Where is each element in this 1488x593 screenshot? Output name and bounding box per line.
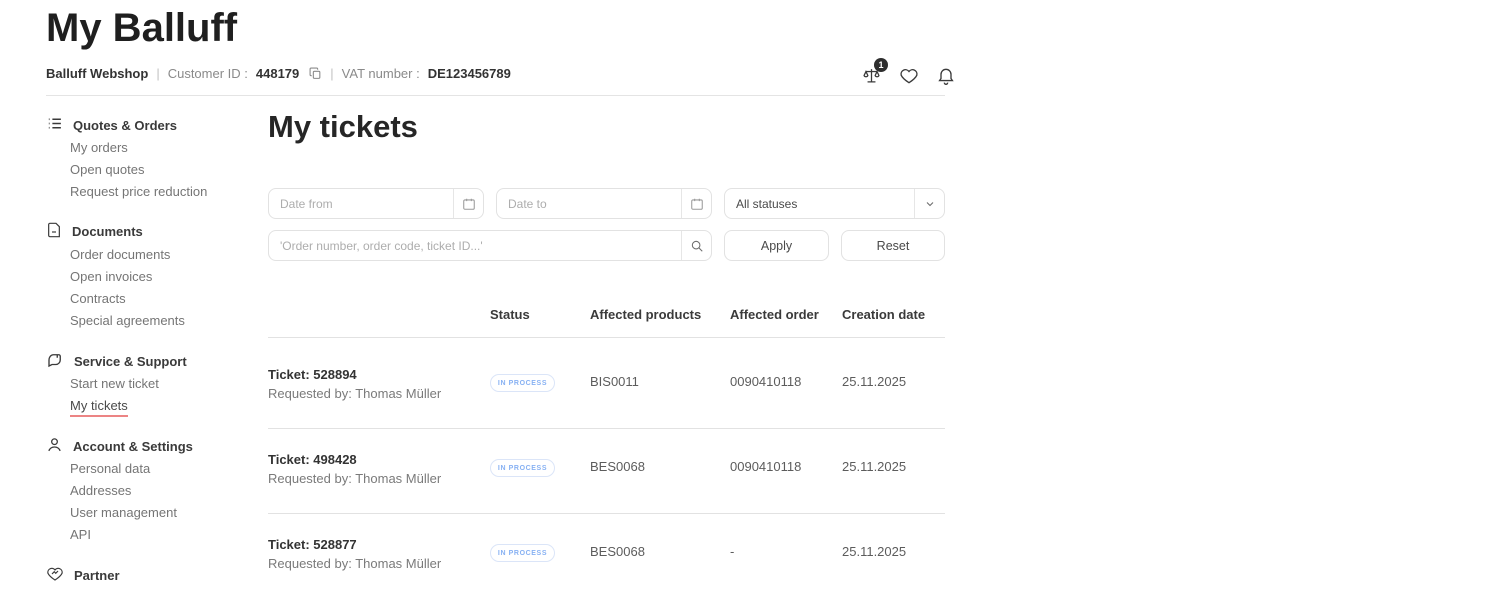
main-content: My tickets All statuses	[268, 105, 945, 593]
calendar-icon[interactable]	[453, 189, 483, 218]
col-header-creation-date: Creation date	[842, 307, 945, 322]
affected-order-cell: 0090410118	[730, 366, 842, 401]
ticket-requester: Requested by: Thomas Müller	[268, 471, 490, 486]
table-row[interactable]: Ticket: 528877 Requested by: Thomas Müll…	[268, 536, 945, 571]
ticket-id[interactable]: Ticket: 528877	[268, 536, 490, 553]
separator: |	[156, 66, 159, 81]
apply-button[interactable]: Apply	[724, 230, 829, 261]
sidebar-item-user-management[interactable]: User management	[70, 505, 177, 520]
sidebar-item-request-price-reduction[interactable]: Request price reduction	[70, 184, 207, 199]
shop-name: Balluff Webshop	[46, 66, 148, 81]
ticket-cell: Ticket: 528894 Requested by: Thomas Müll…	[268, 366, 490, 401]
partner-heart-icon	[46, 565, 64, 586]
status-badge: IN PROCESS	[490, 459, 555, 477]
status-filter-select[interactable]: All statuses	[724, 188, 945, 219]
creation-date-cell: 25.11.2025	[842, 536, 945, 571]
sidebar-section-label: Account & Settings	[73, 439, 193, 454]
sidebar-item-special-agreements[interactable]: Special agreements	[70, 313, 185, 328]
creation-date-cell: 25.11.2025	[842, 366, 945, 401]
calendar-icon[interactable]	[681, 189, 711, 218]
compare-badge: 1	[874, 58, 888, 72]
search-field	[268, 230, 712, 261]
ticket-cell: Ticket: 528877 Requested by: Thomas Müll…	[268, 536, 490, 571]
row-divider	[268, 513, 945, 514]
customer-id-label: Customer ID :	[168, 66, 248, 81]
chevron-down-icon	[914, 189, 944, 218]
person-icon	[46, 436, 63, 456]
list-icon	[46, 115, 63, 135]
copy-icon[interactable]	[309, 67, 322, 80]
sidebar-item-open-quotes[interactable]: Open quotes	[70, 162, 144, 177]
sidebar-section-label: Quotes & Orders	[73, 118, 177, 133]
col-header-affected-products: Affected products	[590, 307, 730, 322]
search-input[interactable]	[269, 231, 681, 260]
date-from-field	[268, 188, 484, 219]
date-from-input[interactable]	[269, 189, 453, 218]
status-cell: IN PROCESS	[490, 536, 590, 571]
date-to-field	[496, 188, 712, 219]
wishlist-heart-icon[interactable]	[899, 66, 919, 86]
ticket-id[interactable]: Ticket: 528894	[268, 366, 490, 383]
table-divider	[268, 337, 945, 338]
document-icon	[46, 222, 62, 241]
table-row[interactable]: Ticket: 528894 Requested by: Thomas Müll…	[268, 366, 945, 401]
notifications-bell-icon[interactable]	[936, 66, 956, 86]
sidebar-item-open-invoices[interactable]: Open invoices	[70, 269, 152, 284]
vat-value: DE123456789	[428, 66, 511, 81]
separator: |	[330, 66, 333, 81]
status-cell: IN PROCESS	[490, 451, 590, 486]
status-cell: IN PROCESS	[490, 366, 590, 401]
table-header-row: Status Affected products Affected order …	[268, 307, 945, 322]
affected-products-cell: BES0068	[590, 536, 730, 571]
sidebar-item-personal-data[interactable]: Personal data	[70, 461, 150, 476]
sidebar-item-my-orders[interactable]: My orders	[70, 140, 128, 155]
col-header-status: Status	[490, 307, 590, 322]
sidebar-section-service-support[interactable]: Service & Support	[46, 351, 187, 372]
sidebar-section-account-settings[interactable]: Account & Settings	[46, 436, 193, 456]
sidebar-section-label: Partner	[74, 568, 120, 583]
affected-order-cell: 0090410118	[730, 451, 842, 486]
creation-date-cell: 25.11.2025	[842, 451, 945, 486]
search-icon[interactable]	[681, 231, 711, 260]
header-action-icons: 1	[862, 66, 956, 86]
vat-label: VAT number :	[342, 66, 420, 81]
sidebar-section-quotes-orders[interactable]: Quotes & Orders	[46, 115, 177, 135]
sidebar-nav: Quotes & Orders My orders Open quotes Re…	[46, 110, 261, 590]
customer-id-value: 448179	[256, 66, 299, 81]
page-title: My Balluff	[46, 6, 237, 51]
sidebar-item-api[interactable]: API	[70, 527, 91, 542]
ticket-cell: Ticket: 498428 Requested by: Thomas Müll…	[268, 451, 490, 486]
sidebar-item-contracts[interactable]: Contracts	[70, 291, 126, 306]
ticket-id[interactable]: Ticket: 498428	[268, 451, 490, 468]
affected-products-cell: BIS0011	[590, 366, 730, 401]
affected-order-cell: -	[730, 536, 842, 571]
status-badge: IN PROCESS	[490, 374, 555, 392]
service-hand-icon	[46, 351, 64, 372]
main-title: My tickets	[268, 109, 418, 145]
date-to-input[interactable]	[497, 189, 681, 218]
my-balluff-page: My Balluff Balluff Webshop | Customer ID…	[0, 0, 1488, 593]
affected-products-cell: BES0068	[590, 451, 730, 486]
sidebar-item-my-tickets[interactable]: My tickets	[70, 398, 128, 417]
reset-button[interactable]: Reset	[841, 230, 945, 261]
ticket-requester: Requested by: Thomas Müller	[268, 556, 490, 571]
ticket-requester: Requested by: Thomas Müller	[268, 386, 490, 401]
account-meta-bar: Balluff Webshop | Customer ID : 448179 |…	[46, 66, 511, 81]
header-divider	[46, 95, 945, 96]
row-divider	[268, 428, 945, 429]
col-header-affected-order: Affected order	[730, 307, 842, 322]
status-filter-value: All statuses	[725, 189, 914, 218]
sidebar-section-partner[interactable]: Partner	[46, 565, 120, 586]
sidebar-item-start-new-ticket[interactable]: Start new ticket	[70, 376, 159, 391]
sidebar-section-label: Documents	[72, 224, 143, 239]
sidebar-item-order-documents[interactable]: Order documents	[70, 247, 170, 262]
table-header-spacer	[268, 307, 490, 322]
table-row[interactable]: Ticket: 498428 Requested by: Thomas Müll…	[268, 451, 945, 486]
compare-scale-icon[interactable]: 1	[862, 66, 882, 86]
sidebar-section-label: Service & Support	[74, 354, 187, 369]
sidebar-item-addresses[interactable]: Addresses	[70, 483, 131, 498]
sidebar-section-documents[interactable]: Documents	[46, 222, 143, 241]
status-badge: IN PROCESS	[490, 544, 555, 562]
